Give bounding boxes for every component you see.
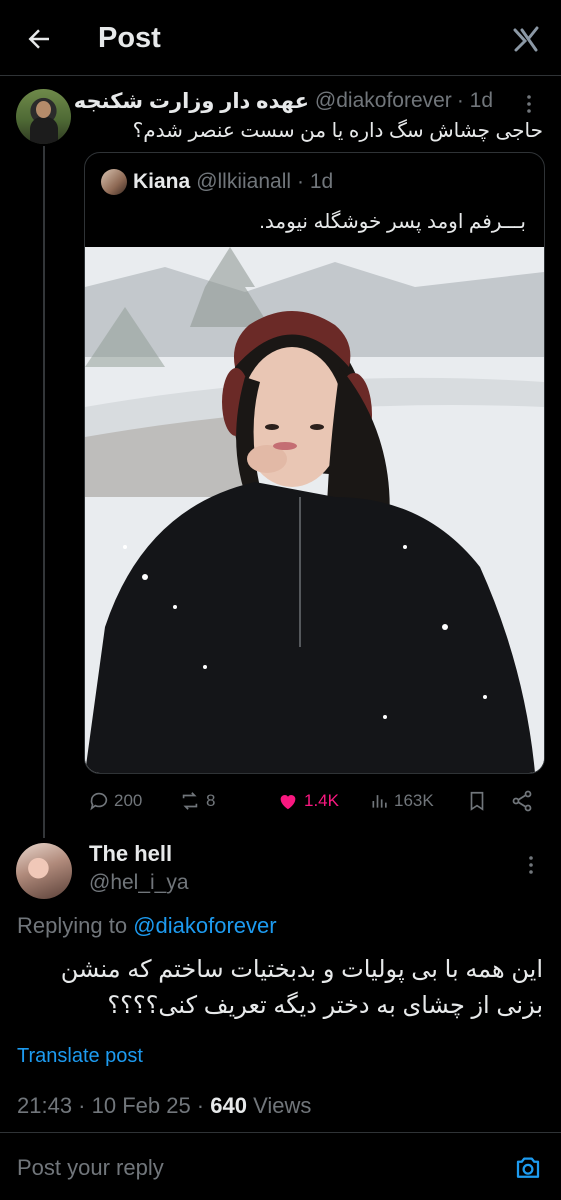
heart-icon xyxy=(280,795,296,810)
quoted-post-time: · 1d xyxy=(297,170,334,193)
grok-button[interactable] xyxy=(509,22,543,56)
reply-text: این همه با بی پولیات و بدبختیات ساختم که… xyxy=(60,956,543,1019)
reply-author-handle[interactable]: @hel_i_ya xyxy=(89,871,189,895)
reply-count: 200 xyxy=(114,791,143,810)
replying-to: Replying to @diakoforever xyxy=(17,913,277,939)
post-text: حاجی چشاش سگ داره یا من سست عنصر شدم؟ xyxy=(132,120,543,142)
reply-more-button[interactable] xyxy=(519,853,543,877)
more-vertical-icon xyxy=(527,95,531,113)
bookmark-action[interactable] xyxy=(466,786,488,816)
replying-to-prefix: Replying to xyxy=(17,913,128,938)
translate-post-link[interactable]: Translate post xyxy=(17,1045,143,1068)
quoted-author-avatar xyxy=(101,169,127,195)
thread-line xyxy=(43,146,45,838)
author-handle[interactable]: @diakoforever xyxy=(315,89,452,113)
grok-icon xyxy=(513,26,539,52)
quoted-post[interactable]: Kiana @llkiianall · 1d بـــرفم اومد پسر … xyxy=(84,152,545,774)
post-actions: 200 8 1.4K 163K xyxy=(88,786,538,816)
quoted-post-image[interactable] xyxy=(85,247,544,773)
reply-views-count: 640 xyxy=(210,1093,247,1118)
reply-action[interactable]: 200 xyxy=(88,786,142,816)
snow-portrait-photo xyxy=(85,247,544,773)
reply-icon xyxy=(90,792,108,811)
camera-button[interactable] xyxy=(513,1153,543,1183)
quoted-author-handle: @llkiianall xyxy=(196,170,292,193)
camera-icon xyxy=(516,1157,540,1178)
timestamp-text: 21:43 · 10 Feb 25 · xyxy=(17,1093,211,1118)
repost-action[interactable]: 8 xyxy=(178,786,215,816)
author-name[interactable]: عهده دار وزارت شکنجه xyxy=(74,89,309,114)
views-count: 163K xyxy=(394,791,434,810)
like-action[interactable]: 1.4K xyxy=(276,786,339,816)
post-time: · 1d xyxy=(456,89,493,112)
share-icon xyxy=(512,790,532,812)
quoted-post-header: Kiana @llkiianall · 1d xyxy=(101,169,333,195)
arrow-left-icon xyxy=(28,29,49,49)
divider xyxy=(0,1132,561,1133)
repost-icon xyxy=(182,792,198,810)
replying-to-handle[interactable]: @diakoforever xyxy=(133,913,276,938)
quoted-author-name: Kiana xyxy=(133,170,191,193)
post-more-button[interactable] xyxy=(517,92,541,116)
post-timestamp: 21:43 · 10 Feb 25 · 640 Views xyxy=(17,1093,311,1119)
quoted-post-text: بـــرفم اومد پسر خوشگله نیومد. xyxy=(259,211,526,233)
analytics-icon xyxy=(372,795,387,808)
repost-count: 8 xyxy=(206,791,216,810)
bookmark-icon xyxy=(470,791,484,811)
top-bar: Post xyxy=(0,0,561,76)
like-count: 1.4K xyxy=(304,791,339,810)
reply-author-avatar[interactable] xyxy=(16,843,72,899)
views-label: Views xyxy=(253,1093,312,1118)
views-action[interactable]: 163K xyxy=(370,786,434,816)
reply-input[interactable]: Post your reply xyxy=(17,1155,164,1181)
post-header: عهده دار وزارت شکنجه @diakoforever · 1d xyxy=(74,88,493,114)
reply-author-name[interactable]: The hell xyxy=(89,841,172,867)
more-vertical-icon xyxy=(529,856,533,874)
page-title: Post xyxy=(98,22,161,54)
share-action[interactable] xyxy=(510,786,534,816)
back-button[interactable] xyxy=(22,22,56,56)
author-avatar[interactable] xyxy=(16,89,71,144)
